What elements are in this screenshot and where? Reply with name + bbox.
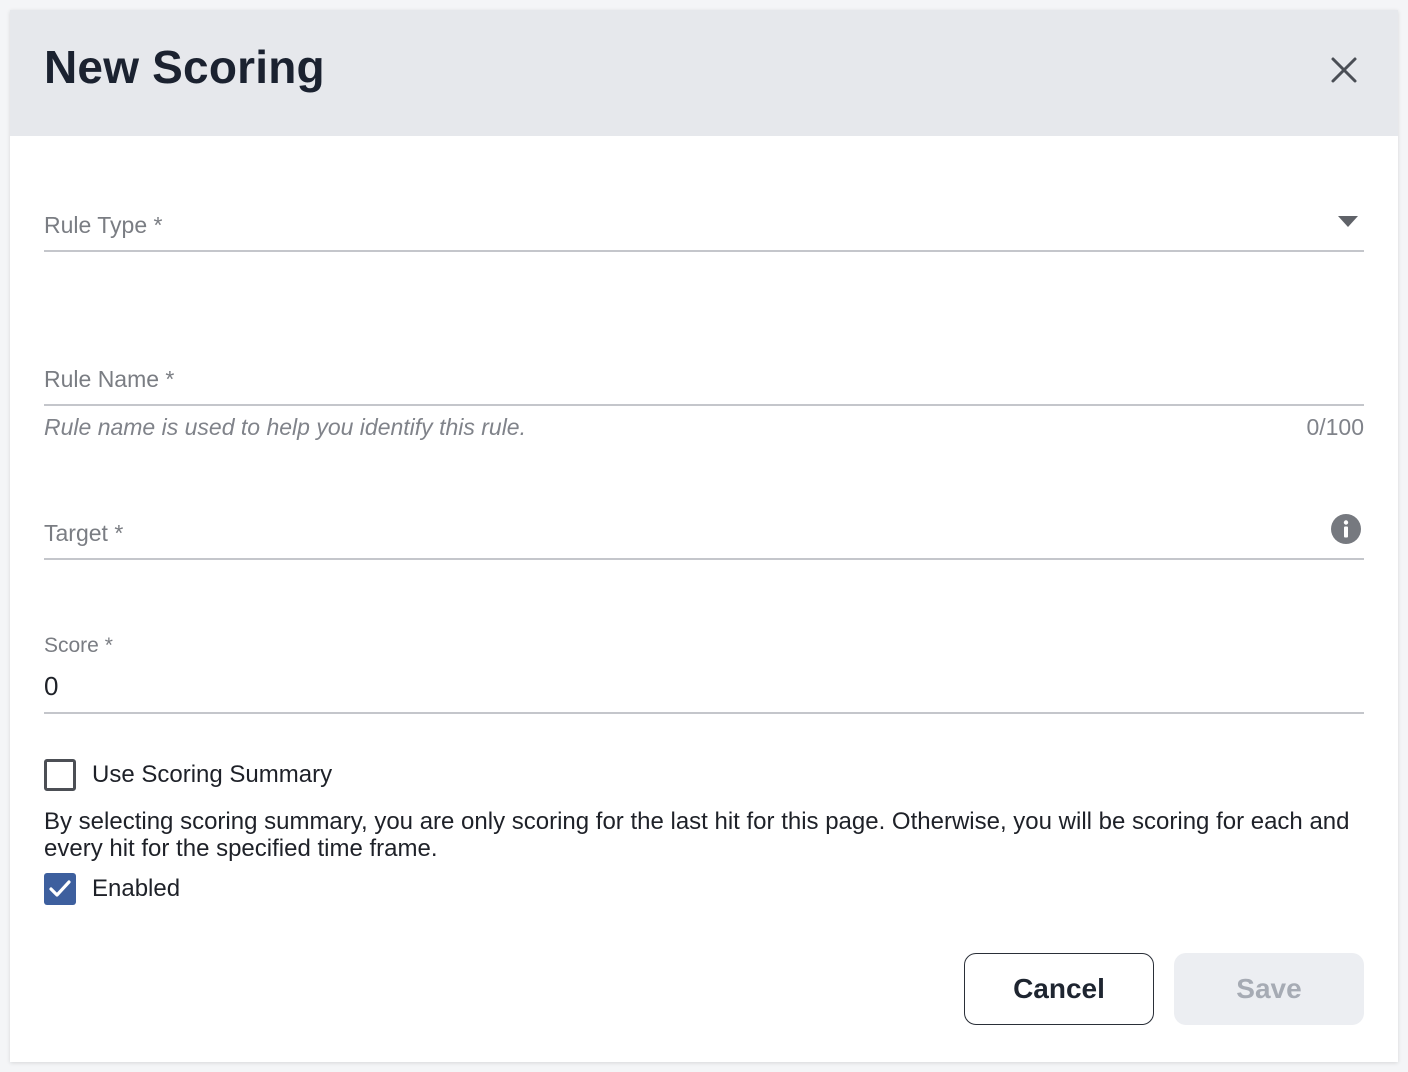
target-label: Target * bbox=[44, 520, 124, 546]
save-button[interactable]: Save bbox=[1174, 953, 1364, 1025]
target-field[interactable]: Target * bbox=[44, 498, 1364, 560]
info-icon[interactable] bbox=[1330, 513, 1362, 545]
use-scoring-summary-label: Use Scoring Summary bbox=[92, 761, 333, 788]
rule-type-select[interactable]: Rule Type * bbox=[44, 190, 1364, 252]
close-icon bbox=[1331, 57, 1357, 83]
rule-type-label: Rule Type * bbox=[44, 212, 163, 238]
checkmark-icon bbox=[49, 880, 71, 897]
enabled-checkbox[interactable] bbox=[44, 873, 76, 905]
dialog-header: New Scoring bbox=[10, 10, 1398, 136]
close-button[interactable] bbox=[1326, 52, 1362, 88]
enabled-option: Enabled bbox=[44, 873, 180, 905]
rule-name-field[interactable]: Rule Name * bbox=[44, 344, 1364, 406]
dialog-title: New Scoring bbox=[44, 41, 325, 93]
scoring-summary-description: By selecting scoring summary, you are on… bbox=[44, 808, 1350, 862]
new-scoring-dialog: New Scoring Rule Type * Rule Name * Rule… bbox=[10, 10, 1398, 1062]
rule-name-label: Rule Name * bbox=[44, 366, 175, 392]
rule-name-hint: Rule name is used to help you identify t… bbox=[44, 414, 526, 440]
score-input[interactable] bbox=[44, 668, 1364, 704]
caret-down-icon bbox=[1338, 216, 1358, 227]
rule-name-char-counter: 0/100 bbox=[1306, 414, 1364, 440]
cancel-button[interactable]: Cancel bbox=[964, 953, 1154, 1025]
score-label: Score * bbox=[44, 634, 113, 657]
enabled-label: Enabled bbox=[92, 875, 181, 902]
use-scoring-summary-option: Use Scoring Summary bbox=[44, 759, 332, 791]
use-scoring-summary-checkbox[interactable] bbox=[44, 759, 76, 791]
score-field: Score * bbox=[44, 630, 1364, 714]
